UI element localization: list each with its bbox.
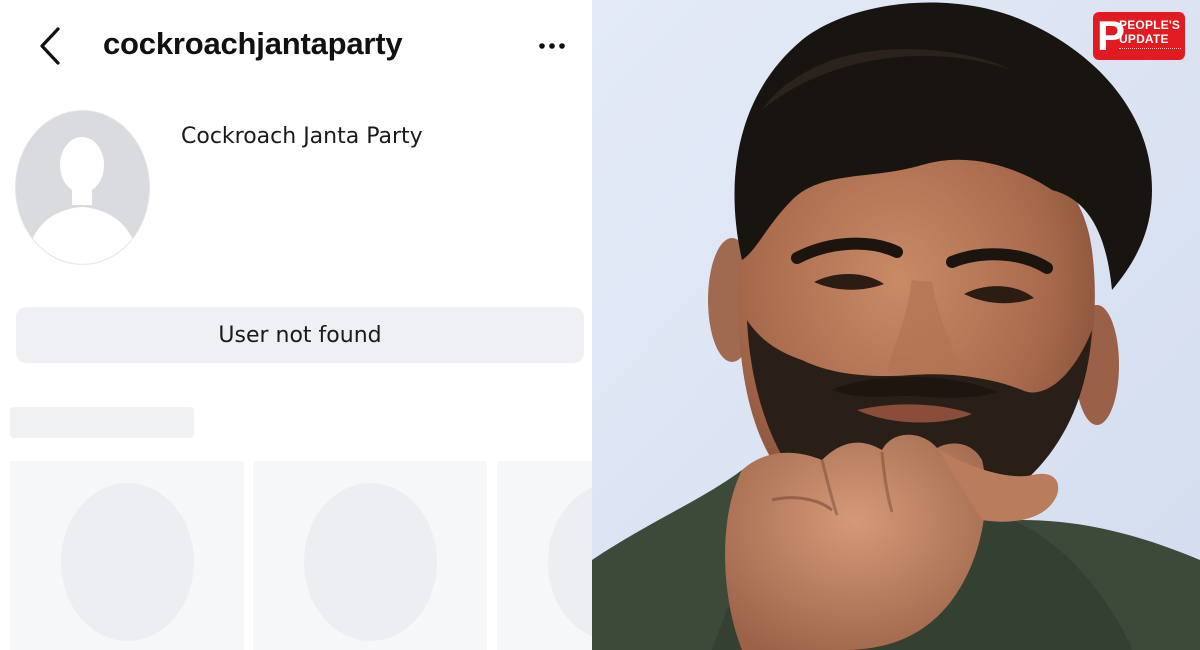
logo-tagline <box>1119 48 1181 51</box>
profile-screen: cockroachjantaparty Cockroach Janta Part… <box>0 0 592 650</box>
loading-placeholder-tile <box>497 461 592 650</box>
placeholder-circle <box>304 483 437 641</box>
man-thinking-photo <box>592 0 1200 650</box>
peoples-update-logo: P PEOPLE'S UPDATE <box>1093 12 1185 60</box>
default-avatar-icon <box>16 111 149 264</box>
loading-placeholder-bar <box>10 407 194 438</box>
back-button[interactable] <box>30 24 70 68</box>
placeholder-circle <box>61 483 194 641</box>
chevron-left-icon <box>40 27 60 65</box>
logo-title-line1: PEOPLE'S <box>1119 18 1181 32</box>
more-options-button[interactable] <box>532 30 572 62</box>
more-horizontal-icon <box>539 43 565 49</box>
logo-title-line2: UPDATE <box>1119 32 1169 46</box>
avatar <box>15 110 150 265</box>
profile-username: cockroachjantaparty <box>103 26 403 61</box>
logo-letter: P <box>1097 12 1126 59</box>
loading-placeholder-tile <box>253 461 487 650</box>
profile-display-name: Cockroach Janta Party <box>181 124 423 149</box>
user-not-found-button[interactable]: User not found <box>16 307 584 363</box>
placeholder-circle <box>548 483 592 641</box>
loading-placeholder-tile <box>10 461 244 650</box>
news-photo <box>592 0 1200 650</box>
